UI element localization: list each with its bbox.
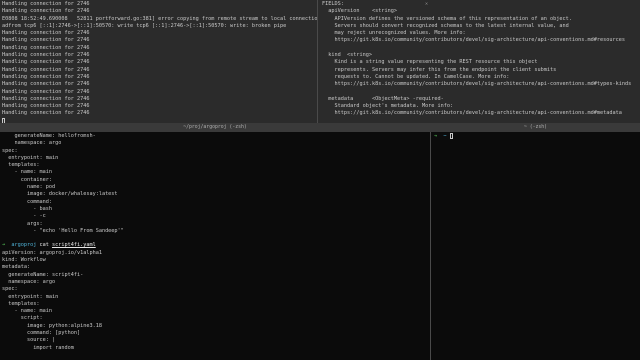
terminal-line: apiVersion: argoproj.io/v1alpha1 — [2, 249, 102, 256]
terminal-line: Handling connection for 2746 — [2, 30, 90, 37]
terminal-line: source: | — [2, 337, 56, 344]
prompt-line: ➜ argoproj cat script4fi.yaml — [2, 242, 428, 249]
terminal-line: may reject unrecognized values. More inf… — [322, 30, 466, 37]
terminal-pane-portforward[interactable]: Handling connection for 2746 Handling con… — [0, 0, 317, 123]
terminal-line: - name: main — [2, 169, 52, 176]
terminal-line: entrypoint: main — [2, 154, 59, 161]
terminal-line: templates: — [2, 300, 40, 307]
terminal-line: kind <string> — [322, 52, 372, 59]
command-argument: script4fi.yaml — [52, 242, 96, 249]
terminal-line: image: docker/whalesay:latest — [2, 191, 118, 198]
terminal-output: generateName: hellofromsh- namespace: ar… — [2, 133, 428, 242]
terminal-line: generateName: hellofromsh- — [2, 133, 96, 139]
terminal-line: - "echo 'Hello From Sandeep'" — [2, 227, 124, 234]
terminal-line: Handling connection for 2746 — [2, 110, 90, 117]
terminal-line: Servers should convert recognized schema… — [322, 22, 569, 29]
terminal-line: Handling connection for 2746 — [2, 88, 90, 95]
terminal-line: Handling connection for 2746 — [2, 59, 90, 66]
terminal-pane-explain[interactable]: FIELDS: apiVersion <string> APIVersion d… — [318, 0, 640, 123]
terminal-line: spec: — [2, 286, 18, 293]
command-name: cat — [39, 242, 49, 249]
terminal-line: https://git.k8s.io/community/contributor… — [322, 37, 625, 44]
terminal-line: name: pod — [2, 184, 56, 191]
terminal-line: container: — [2, 176, 52, 183]
terminal-line: requests to. Cannot be updated. In Camel… — [322, 73, 510, 80]
terminal-line: namespace: argo — [2, 140, 62, 147]
terminal-line: namespace: argo — [2, 278, 56, 285]
prompt-directory: ~ — [443, 133, 447, 140]
terminal-line: script: — [2, 315, 43, 322]
terminal-line: entrypoint: main — [2, 293, 59, 300]
terminal-pane-home[interactable]: ➜ ~ — [431, 132, 640, 360]
terminal-line: metadata <ObjectMeta> -required- — [322, 95, 444, 102]
terminal-pane-argoproj[interactable]: generateName: hellofromsh- namespace: ar… — [0, 132, 430, 360]
terminal-line: kind: Workflow — [2, 257, 46, 264]
terminal-line: Handling connection for 2746 — [2, 44, 90, 51]
terminal-line: - -c — [2, 213, 46, 220]
terminal-line: command: [python] — [2, 330, 81, 337]
terminal-line: represents. Servers may infer this from … — [322, 66, 557, 73]
prompt-arrow-icon: ➜ — [2, 242, 6, 249]
terminal-line: Handling connection for 2746 — [2, 37, 90, 44]
terminal-line: import random — [2, 344, 74, 351]
terminal-output: FIELDS: apiVersion <string> APIVersion d… — [322, 1, 636, 118]
close-pane-icon[interactable]: ✕ — [423, 1, 430, 8]
prompt-line: ➜ ~ — [434, 133, 637, 140]
prompt-directory: argoproj — [11, 242, 37, 249]
terminal-line: FIELDS: — [322, 1, 344, 7]
terminal-line: args: — [2, 220, 43, 227]
terminal-line: Handling connection for 2746 — [2, 81, 90, 88]
terminal-output: apiVersion: argoproj.io/v1alpha1 kind: Wo… — [2, 250, 428, 352]
terminal-output: Handling connection for 2746 Handling con… — [2, 1, 317, 118]
terminal-line: Handling connection for 2746 — [2, 52, 90, 59]
terminal-line: Handling connection for 2746 — [2, 1, 90, 7]
terminal-line: image: python:alpine3.18 — [2, 322, 102, 329]
pane-title-right: ~ (-zsh) — [431, 123, 640, 132]
pane-title-left: ~/proj/argoproj (-zsh) — [0, 123, 430, 132]
pane-title-text: ~/proj/argoproj (-zsh) — [183, 124, 247, 130]
terminal-line: Standard object's metadata. More info: — [322, 103, 454, 110]
terminal-line: templates: — [2, 162, 40, 169]
close-pane-icon[interactable]: ✕ — [3, 1, 10, 8]
terminal-line: Handling connection for 2746 — [2, 73, 90, 80]
cursor — [449, 133, 453, 139]
terminal-line: Handling connection for 2746 — [2, 8, 90, 15]
terminal-line: command: — [2, 198, 52, 205]
pane-title-text: ~ (-zsh) — [523, 124, 548, 130]
terminal-line: adfrom tcp6 [::1]:2746->[::1]:50570: wri… — [2, 22, 287, 29]
terminal-line: APIVersion defines the versioned schema … — [322, 15, 572, 22]
terminal-line: Handling connection for 2746 — [2, 66, 90, 73]
terminal-line: E0808 18:52:49.690008 52811 portforward.… — [2, 15, 317, 22]
terminal-line: - bash — [2, 205, 52, 212]
terminal-line: spec: — [2, 147, 18, 154]
terminal-line: https://git.k8s.io/community/contributor… — [322, 110, 622, 117]
prompt-arrow-icon: ➜ — [434, 133, 438, 140]
terminal-line: https://git.k8s.io/community/contributor… — [322, 81, 632, 88]
terminal-line: - name: main — [2, 308, 52, 315]
terminal-line: apiVersion <string> — [322, 8, 397, 15]
terminal-line: Kind is a string value representing the … — [322, 59, 538, 66]
terminal-line: generateName: script4fi- — [2, 271, 84, 278]
terminal-line: Handling connection for 2746 — [2, 103, 90, 110]
terminal-line: Handling connection for 2746 — [2, 95, 90, 102]
terminal-line: metadata: — [2, 264, 31, 271]
